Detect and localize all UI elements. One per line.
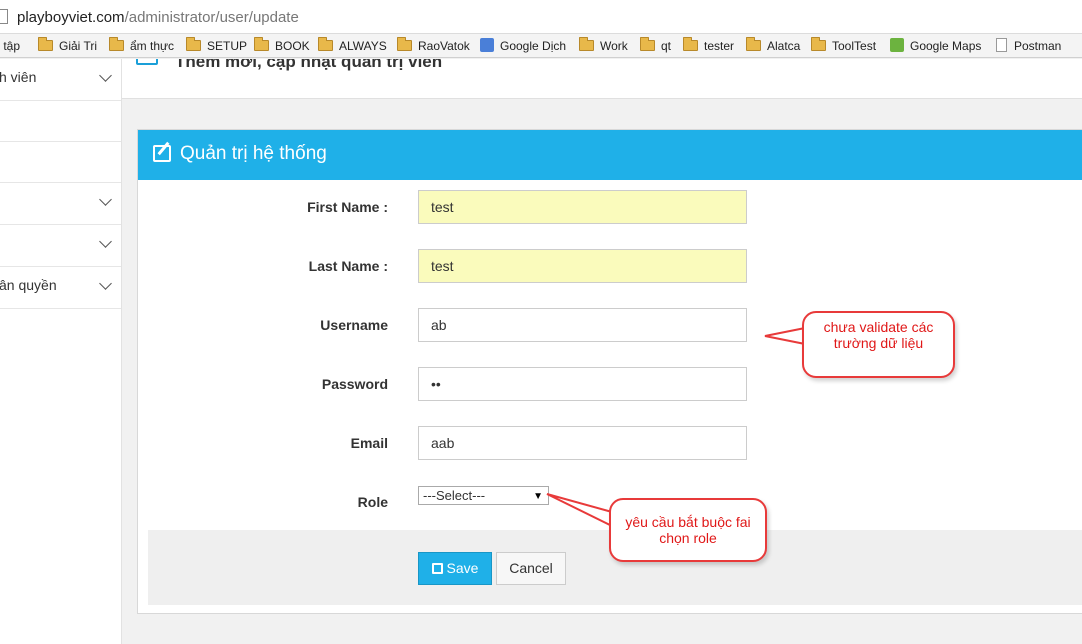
url-host: playboyviet.com xyxy=(17,9,125,26)
folder-icon xyxy=(746,37,761,51)
folder-icon xyxy=(254,37,269,51)
folder-icon xyxy=(186,37,201,51)
last-name-label: Last Name : xyxy=(308,258,388,274)
validation-annotation: chưa validate các trường dữ liệu xyxy=(802,311,955,378)
chevron-down-icon xyxy=(99,277,112,290)
sidebar-item[interactable] xyxy=(0,225,121,267)
bookmark-item[interactable]: qt xyxy=(640,37,671,54)
bookmark-item[interactable]: ToolTest xyxy=(811,37,876,54)
save-button[interactable]: Save xyxy=(418,552,492,585)
bookmarks-bar: c tập Giải Tri ẩm thực SETUP BOOK ALWAYS… xyxy=(0,34,1082,58)
address-bar[interactable]: playboyviet.com/administrator/user/updat… xyxy=(0,0,1082,34)
first-name-field[interactable] xyxy=(418,190,747,224)
sidebar-item[interactable] xyxy=(0,100,121,142)
folder-icon xyxy=(38,37,53,51)
bookmark-item[interactable]: BOOK xyxy=(254,37,310,54)
username-label: Username xyxy=(320,317,388,333)
url-path: /administrator/user/update xyxy=(124,9,299,26)
bookmark-item[interactable]: Work xyxy=(579,37,628,54)
sidebar-item-permissions[interactable]: ân quyền xyxy=(0,267,121,309)
chevron-down-icon xyxy=(99,69,112,82)
edit-icon xyxy=(153,145,171,162)
password-label: Password xyxy=(321,376,388,392)
first-name-label: First Name : xyxy=(307,199,388,215)
folder-icon xyxy=(640,37,655,51)
google-maps-icon xyxy=(890,38,904,52)
folder-icon xyxy=(318,37,333,51)
password-field[interactable]: •• xyxy=(418,367,747,401)
bookmark-item[interactable]: c tập xyxy=(0,38,20,54)
chevron-down-icon xyxy=(99,235,112,248)
folder-icon xyxy=(109,37,124,51)
sidebar-item[interactable] xyxy=(0,183,121,225)
bookmark-item[interactable]: RaoVatok xyxy=(397,37,470,54)
bookmark-item[interactable]: SETUP xyxy=(186,37,247,54)
sidebar-item-label: h viên xyxy=(0,69,37,85)
url-text[interactable]: playboyviet.com/administrator/user/updat… xyxy=(17,9,299,26)
bookmark-item[interactable]: Google Dịch xyxy=(480,38,566,54)
email-label: Email xyxy=(350,435,388,451)
last-name-field[interactable] xyxy=(418,249,747,283)
bookmark-item[interactable]: Postman xyxy=(996,38,1061,54)
folder-icon xyxy=(683,37,698,51)
document-icon xyxy=(996,38,1007,52)
panel-title: Quản trị hệ thống xyxy=(180,143,327,164)
dropdown-arrow-icon: ▼ xyxy=(533,491,543,502)
bookmark-item[interactable]: Giải Tri xyxy=(38,37,97,54)
folder-icon xyxy=(397,37,412,51)
role-annotation: yêu cầu bắt buộc fai chọn role xyxy=(609,498,767,562)
role-select-value: ---Select--- xyxy=(423,488,486,503)
sidebar-item-members[interactable]: h viên xyxy=(0,59,121,101)
bookmark-item[interactable]: ALWAYS xyxy=(318,37,387,54)
cancel-button[interactable]: Cancel xyxy=(496,552,566,585)
role-select[interactable]: ---Select--- ▼ xyxy=(418,486,549,505)
bookmark-item[interactable]: ẩm thực xyxy=(109,37,174,54)
page-title: Thêm mới, cập nhật quản trị viên xyxy=(175,59,443,71)
bookmark-item[interactable]: Google Maps xyxy=(890,38,981,54)
role-label: Role xyxy=(357,494,388,510)
folder-icon xyxy=(579,37,594,51)
email-field[interactable] xyxy=(418,426,747,460)
bookmark-item[interactable]: tester xyxy=(683,37,734,54)
panel-header: Quản trị hệ thống xyxy=(138,130,1082,180)
save-icon xyxy=(431,563,443,574)
bookmark-item[interactable]: Alatca xyxy=(746,37,800,54)
sidebar-item-label: ân quyền xyxy=(0,277,57,293)
screen: playboyviet.com/administrator/user/updat… xyxy=(0,0,1082,644)
google-translate-icon xyxy=(480,38,494,52)
username-field[interactable] xyxy=(418,308,747,342)
page-icon xyxy=(0,9,8,24)
chevron-down-icon xyxy=(99,193,112,206)
folder-icon xyxy=(811,37,826,51)
page-header: Thêm mới, cập nhật quản trị viên xyxy=(122,59,1082,99)
sidebar: h viên ân quyền xyxy=(0,59,122,644)
header-icon xyxy=(136,59,158,65)
sidebar-item[interactable] xyxy=(0,141,121,183)
